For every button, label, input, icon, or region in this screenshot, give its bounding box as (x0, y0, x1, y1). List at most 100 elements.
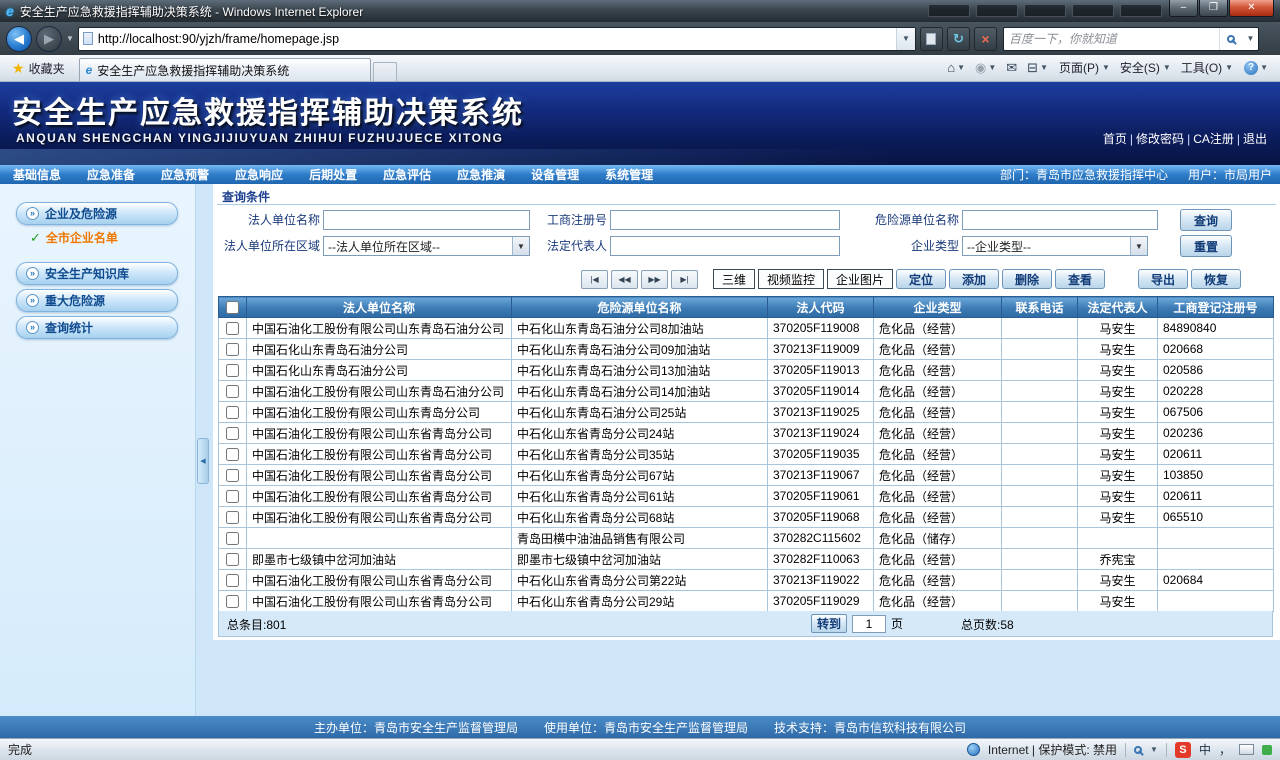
command-button-2[interactable]: 工具(O) ▼ (1176, 57, 1238, 78)
back-button[interactable]: ◀ (6, 25, 32, 52)
header-link-1[interactable]: 修改密码 (1133, 132, 1187, 146)
header-link-0[interactable]: 首页 (1100, 132, 1130, 146)
history-dropdown-icon[interactable]: ▼ (66, 34, 74, 43)
refresh-button[interactable]: ↻ (946, 26, 970, 51)
page-number-input[interactable] (852, 614, 886, 633)
search-icon[interactable] (1218, 27, 1243, 50)
help-icon: ? (1244, 60, 1259, 75)
row-checkbox[interactable] (226, 322, 239, 336)
goto-page-button[interactable]: 转到 (811, 614, 847, 633)
row-checkbox[interactable] (226, 448, 239, 462)
pager-button-0[interactable]: |◀ (581, 270, 608, 289)
corp-name-input[interactable] (323, 210, 530, 230)
row-checkbox[interactable] (226, 427, 239, 441)
divider (1125, 742, 1127, 757)
menu-item-3[interactable]: 应急响应 (222, 165, 296, 184)
reset-button[interactable]: 重置 (1180, 235, 1232, 257)
row-checkbox[interactable] (226, 511, 239, 525)
pager-button-2[interactable]: ▶▶ (641, 270, 668, 289)
ime-punctuation-icon[interactable]: ， (1219, 741, 1231, 758)
menu-item-5[interactable]: 应急评估 (370, 165, 444, 184)
browser-tab[interactable]: e 安全生产应急救援指挥辅助决策系统 (78, 58, 371, 81)
row-checkbox[interactable] (226, 385, 239, 399)
maximize-button[interactable]: ❐ (1199, 0, 1228, 17)
command-button-0[interactable]: 页面(P) ▼ (1054, 57, 1115, 78)
cell-5: 马安生 (1077, 359, 1158, 381)
row-checkbox[interactable] (226, 490, 239, 504)
row-checkbox[interactable] (226, 595, 239, 609)
keyboard-icon[interactable] (1239, 744, 1254, 755)
url-input[interactable] (97, 31, 896, 46)
toolbar-action-button-0[interactable]: 定位 (896, 269, 947, 289)
toolbar-io-button-1[interactable]: 恢复 (1191, 269, 1242, 289)
command-buttons: 页面(P) ▼ 安全(S) ▼ 工具(O) ▼ (1054, 57, 1238, 78)
sidebar-item-active[interactable]: ✓ 全市企业名单 (30, 229, 195, 246)
toolbar-view-button-1[interactable]: 视频监控 (758, 269, 825, 289)
search-dropdown-icon[interactable]: ▼ (1243, 34, 1258, 43)
menu-item-4[interactable]: 后期处置 (296, 165, 370, 184)
zoom-icon[interactable] (1134, 745, 1143, 754)
toolbar-view-button-0[interactable]: 三维 (713, 269, 756, 289)
hazard-name-input[interactable] (962, 210, 1158, 230)
row-select-cell (218, 338, 247, 360)
toolbar-io-button-0[interactable]: 导出 (1138, 269, 1189, 289)
row-checkbox[interactable] (226, 532, 239, 546)
ent-type-select[interactable]: --企业类型-- ▼ (962, 236, 1148, 256)
row-checkbox[interactable] (226, 343, 239, 357)
home-button[interactable]: ⌂ ▼ (943, 58, 969, 77)
favorites-button[interactable]: ★ 收藏夹 (6, 57, 71, 79)
row-checkbox[interactable] (226, 364, 239, 378)
chevron-down-icon: ▼ (1040, 63, 1048, 72)
legal-rep-input[interactable] (610, 236, 840, 256)
cell-0: 中国石油化工股份有限公司山东省青岛分公司 (246, 506, 512, 528)
menu-item-7[interactable]: 设备管理 (518, 165, 592, 184)
read-mail-button[interactable]: ✉ (1002, 58, 1021, 78)
row-checkbox[interactable] (226, 469, 239, 483)
help-button[interactable]: ? ▼ (1240, 59, 1272, 77)
menu-item-6[interactable]: 应急推演 (444, 165, 518, 184)
forward-button[interactable]: ▶ (36, 25, 62, 52)
search-input[interactable] (1003, 31, 1219, 46)
sidebar-item-3[interactable]: » 重大危险源 (16, 289, 178, 312)
toolbar-action-button-3[interactable]: 查看 (1055, 269, 1106, 289)
new-tab-button[interactable] (372, 62, 397, 81)
cell-1: 中石化山东省青岛分公司61站 (511, 485, 768, 507)
print-button[interactable]: ⊟ ▼ (1023, 58, 1052, 78)
menu-item-0[interactable]: 基础信息 (0, 165, 74, 184)
close-button[interactable]: ✕ (1229, 0, 1274, 17)
stop-button[interactable]: × (973, 26, 997, 51)
search-query-button[interactable]: 查询 (1180, 209, 1232, 231)
sogou-logo-icon[interactable]: S (1174, 741, 1191, 758)
reg-no-input[interactable] (610, 210, 840, 230)
select-all-checkbox[interactable] (226, 301, 239, 315)
row-select-cell (218, 590, 247, 612)
minimize-button[interactable]: – (1169, 0, 1198, 17)
table-row: 中国石油化工股份有限公司山东省青岛分公司 中石化山东省青岛分公司61站 370205… (218, 485, 1274, 507)
chevron-down-icon[interactable]: ▼ (1150, 745, 1158, 754)
toolbar-view-button-2[interactable]: 企业图片 (827, 269, 894, 289)
address-dropdown-icon[interactable]: ▼ (895, 27, 915, 50)
ime-language-toggle[interactable]: 中 (1199, 741, 1211, 758)
sidebar-item-2[interactable]: » 安全生产知识库 (16, 262, 178, 285)
feeds-button[interactable]: ◉ ▼ (971, 58, 1000, 78)
command-button-1[interactable]: 安全(S) ▼ (1115, 57, 1176, 78)
ime-status-icon[interactable] (1262, 744, 1272, 755)
sidebar-item-0[interactable]: » 企业及危险源 (16, 202, 178, 225)
sidebar-item-4[interactable]: » 查询统计 (16, 316, 178, 339)
header-link-3[interactable]: 退出 (1240, 132, 1270, 146)
header-link-2[interactable]: CA注册 (1190, 132, 1237, 146)
region-select[interactable]: --法人单位所在区域-- ▼ (323, 236, 530, 256)
toolbar-action-button-2[interactable]: 删除 (1002, 269, 1053, 289)
toolbar-action-button-1[interactable]: 添加 (949, 269, 1000, 289)
row-checkbox[interactable] (226, 553, 239, 567)
sidebar-collapse-handle[interactable]: ◀ (197, 438, 209, 484)
pager-button-3[interactable]: ▶| (671, 270, 698, 289)
row-checkbox[interactable] (226, 406, 239, 420)
menu-item-8[interactable]: 系统管理 (592, 165, 666, 184)
pager-button-1[interactable]: ◀◀ (611, 270, 638, 289)
compatibility-view-button[interactable] (919, 26, 943, 51)
row-checkbox[interactable] (226, 574, 239, 588)
pagination-bar: 总条目:801 转到 页 总页数:58 (218, 611, 1273, 637)
menu-item-2[interactable]: 应急预警 (148, 165, 222, 184)
menu-item-1[interactable]: 应急准备 (74, 165, 148, 184)
